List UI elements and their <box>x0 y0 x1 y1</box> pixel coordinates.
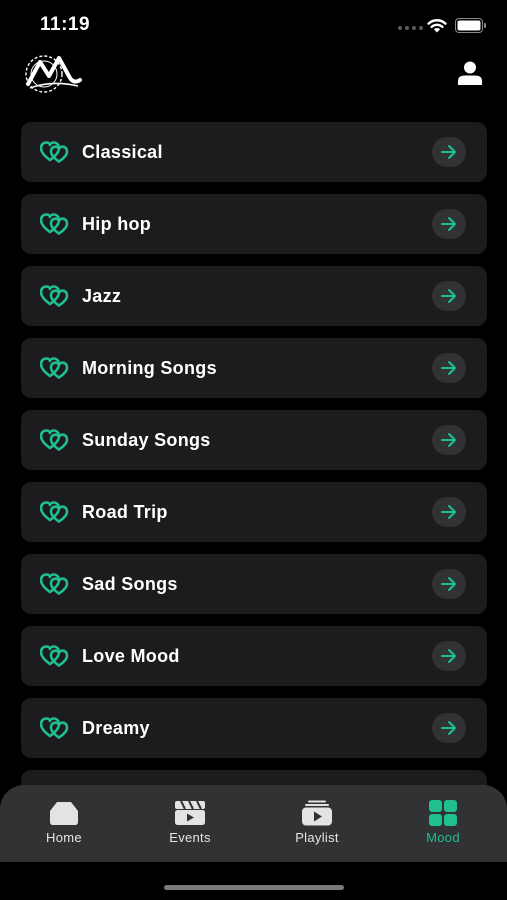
battery-icon <box>455 18 486 33</box>
mood-item-classical[interactable]: Classical <box>21 122 487 182</box>
arrow-right-icon[interactable] <box>432 425 466 455</box>
wifi-icon <box>427 19 447 33</box>
tab-label: Mood <box>426 830 460 845</box>
mood-item-jazz[interactable]: Jazz <box>21 266 487 326</box>
arrow-right-icon[interactable] <box>432 713 466 743</box>
arrow-right-icon[interactable] <box>432 497 466 527</box>
mood-label: Jazz <box>82 286 122 306</box>
mood-label: Love Mood <box>82 646 180 666</box>
mood-item-sad-songs[interactable]: Sad Songs <box>21 554 487 614</box>
profile-icon[interactable] <box>454 60 486 86</box>
arrow-right-icon[interactable] <box>432 137 466 167</box>
tab-mood[interactable]: Mood <box>393 800 493 850</box>
tab-playlist[interactable]: Playlist <box>267 800 367 850</box>
clapperboard-icon <box>175 800 205 825</box>
tab-label: Playlist <box>295 830 339 845</box>
tab-events[interactable]: Events <box>140 800 240 850</box>
mood-item-morning-songs[interactable]: Morning Songs <box>21 338 487 398</box>
mood-item-love-mood[interactable]: Love Mood <box>21 626 487 686</box>
home-indicator[interactable] <box>164 885 344 890</box>
hearts-icon <box>40 141 69 163</box>
mood-item-hip-hop[interactable]: Hip hop <box>21 194 487 254</box>
arrow-right-icon[interactable] <box>432 641 466 671</box>
hearts-icon <box>40 717 69 739</box>
app-header <box>0 48 507 108</box>
tab-home[interactable]: Home <box>14 800 114 850</box>
hearts-icon <box>40 645 69 667</box>
mood-label: Hip hop <box>82 214 152 234</box>
arrow-right-icon[interactable] <box>432 281 466 311</box>
hearts-icon <box>40 573 69 595</box>
home-indicator-area <box>0 862 507 900</box>
app-logo <box>25 55 82 93</box>
mood-item-sunday-songs[interactable]: Sunday Songs <box>21 410 487 470</box>
hearts-icon <box>40 429 69 451</box>
hearts-icon <box>40 357 69 379</box>
status-time: 11:19 <box>40 14 91 35</box>
mood-label: Road Trip <box>82 502 168 522</box>
tab-label: Home <box>46 830 82 845</box>
arrow-right-icon[interactable] <box>432 209 466 239</box>
mood-label: Classical <box>82 142 163 162</box>
arrow-right-icon[interactable] <box>432 569 466 599</box>
mood-label: Morning Songs <box>82 358 217 378</box>
mood-item-road-trip[interactable]: Road Trip <box>21 482 487 542</box>
playlist-play-icon <box>302 800 332 826</box>
mood-label: Dreamy <box>82 718 150 738</box>
hearts-icon <box>40 213 69 235</box>
arrow-right-icon[interactable] <box>432 353 466 383</box>
mood-label: Sunday Songs <box>82 430 211 450</box>
home-icon <box>50 802 78 825</box>
tab-label: Events <box>169 830 211 845</box>
hearts-icon <box>40 285 69 307</box>
mood-item-dreamy[interactable]: Dreamy <box>21 698 487 758</box>
cellular-signal-icon <box>398 26 423 30</box>
hearts-icon <box>40 501 69 523</box>
mood-label: Sad Songs <box>82 574 178 594</box>
mood-list: Classical Hip hop Jazz Morning Songs Sun… <box>21 122 487 770</box>
grid-icon <box>429 800 457 826</box>
status-bar: 11:19 <box>0 0 507 50</box>
